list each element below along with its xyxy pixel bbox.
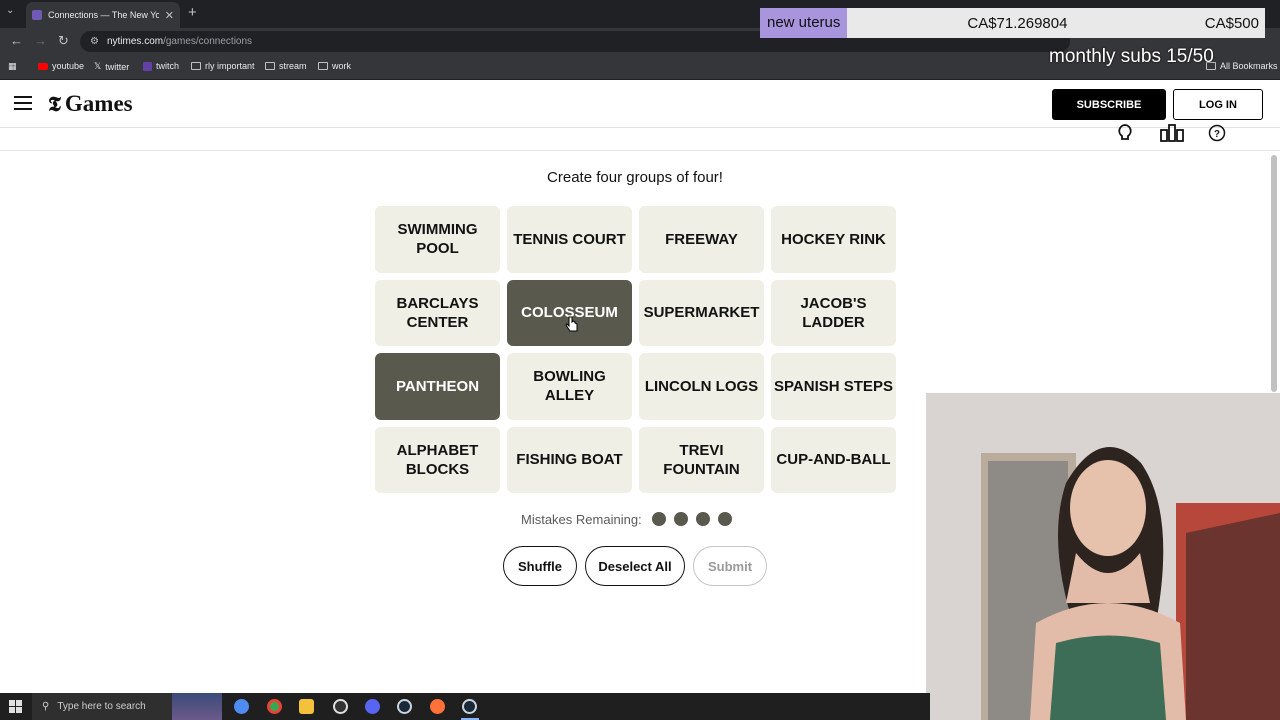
- forward-icon[interactable]: →: [34, 33, 47, 48]
- menu-icon[interactable]: [14, 96, 32, 110]
- connections-favicon-icon: [32, 10, 42, 20]
- donation-goal: CA$500: [1204, 14, 1259, 32]
- mistake-dots: [651, 512, 732, 526]
- twitch-icon: [143, 61, 152, 71]
- steam-icon[interactable]: [397, 699, 412, 714]
- windows-taskbar: ⚲ Type here to search: [0, 693, 930, 720]
- word-tile[interactable]: TENNIS COURT: [507, 206, 632, 273]
- word-tile[interactable]: PANTHEON: [375, 353, 500, 420]
- youtube-icon: [38, 62, 48, 70]
- help-icon[interactable]: ?: [1205, 124, 1229, 142]
- submit-button[interactable]: Submit: [693, 546, 767, 586]
- search-highlight-image: [172, 693, 222, 720]
- word-tile[interactable]: HOCKEY RINK: [771, 206, 896, 273]
- search-icon: ⚲: [42, 701, 50, 712]
- back-icon[interactable]: ←: [10, 33, 23, 48]
- bookmark-label: stream: [279, 61, 307, 71]
- bookmark-rly-important[interactable]: rly important: [191, 61, 255, 71]
- folder-icon: [191, 62, 201, 70]
- word-tile[interactable]: SUPERMARKET: [639, 279, 764, 346]
- bookmark-work[interactable]: work: [318, 61, 351, 71]
- word-tile[interactable]: BARCLAYS CENTER: [375, 279, 500, 346]
- word-tile[interactable]: FISHING BOAT: [507, 426, 632, 493]
- word-tile[interactable]: COLOSSEUM: [507, 279, 632, 346]
- folder-icon: [318, 62, 328, 70]
- donation-amount: CA$71.269804: [967, 14, 1068, 32]
- webcam-feed: [926, 393, 1280, 720]
- firefox-icon[interactable]: [430, 699, 445, 714]
- site-info-icon[interactable]: ⚙: [90, 36, 99, 47]
- word-tile[interactable]: ALPHABET BLOCKS: [375, 426, 500, 493]
- game-toolbar: ?: [0, 124, 1280, 151]
- tab-title: Connections — The New York T: [48, 10, 159, 20]
- browser-tab[interactable]: Connections — The New York T ✕: [26, 2, 180, 28]
- webcam-image: [926, 393, 1280, 720]
- bookmark-twitch[interactable]: twitch: [143, 61, 179, 71]
- obs-icon[interactable]: [333, 699, 348, 714]
- bookmark-label: work: [332, 61, 352, 71]
- donor-name: new uterus: [760, 8, 848, 38]
- site-header: 𝕿 Games SUBSCRIBE LOG IN: [0, 81, 1280, 128]
- word-tile[interactable]: TREVI FOUNTAIN: [639, 426, 764, 493]
- mistake-dot: [695, 512, 710, 526]
- reload-icon[interactable]: ↻: [58, 33, 69, 49]
- mistakes-remaining: Mistakes Remaining:: [521, 510, 732, 528]
- deselect-all-button[interactable]: Deselect All: [585, 546, 685, 586]
- page-scrollbar[interactable]: [1271, 155, 1277, 392]
- apps-icon[interactable]: ▦: [8, 61, 17, 72]
- mistake-dot: [717, 512, 732, 526]
- all-bookmarks-label: All Bookmarks: [1220, 61, 1278, 71]
- word-tile[interactable]: JACOB'S LADDER: [771, 279, 896, 346]
- word-tile[interactable]: BOWLING ALLEY: [507, 353, 632, 420]
- game-instructions: Create four groups of four!: [547, 169, 723, 186]
- windows-start-icon[interactable]: [9, 700, 22, 713]
- steam-icon[interactable]: [462, 699, 477, 714]
- bookmark-label: youtube: [52, 61, 85, 71]
- mistakes-label: Mistakes Remaining:: [521, 511, 642, 527]
- taskbar-search-placeholder: Type here to search: [57, 701, 146, 712]
- word-tile[interactable]: SPANISH STEPS: [771, 353, 896, 420]
- close-tab-icon[interactable]: ✕: [165, 9, 174, 22]
- login-button[interactable]: LOG IN: [1173, 89, 1263, 120]
- bookmark-label: rly important: [205, 61, 255, 71]
- bookmark-youtube[interactable]: youtube: [38, 61, 84, 71]
- hint-bulb-icon[interactable]: [1116, 124, 1134, 142]
- word-tile[interactable]: FREEWAY: [639, 206, 764, 273]
- x-logo-icon: 𝕏: [94, 61, 102, 71]
- url-path: /games/connections: [163, 36, 253, 47]
- logo-text: Games: [64, 91, 133, 116]
- hand-cursor-icon: [565, 316, 578, 332]
- url-host: nytimes.com: [106, 36, 164, 47]
- new-tab-icon[interactable]: +: [188, 4, 197, 21]
- file-explorer-icon[interactable]: [299, 699, 314, 714]
- chrome-icon[interactable]: [267, 699, 282, 714]
- donation-overlay: new uterus CA$71.269804 CA$500: [760, 8, 1265, 38]
- word-tile[interactable]: SWIMMING POOL: [375, 206, 500, 273]
- bookmark-stream[interactable]: stream: [265, 61, 307, 71]
- subscribe-button[interactable]: SUBSCRIBE: [1052, 89, 1166, 120]
- copilot-icon[interactable]: [234, 699, 249, 714]
- all-bookmarks[interactable]: All Bookmarks: [1206, 61, 1278, 71]
- bookmark-label: twitch: [156, 61, 180, 71]
- discord-icon[interactable]: [365, 699, 380, 714]
- folder-icon: [265, 62, 275, 70]
- svg-text:?: ?: [1214, 129, 1220, 140]
- word-tile[interactable]: CUP-AND-BALL: [771, 426, 896, 493]
- tab-search-icon[interactable]: ⌄: [6, 5, 14, 16]
- mistake-dot: [651, 512, 666, 526]
- shuffle-button[interactable]: Shuffle: [503, 546, 577, 586]
- stats-icon[interactable]: [1160, 124, 1184, 142]
- subs-counter: monthly subs 15/50: [1049, 46, 1214, 67]
- bookmark-label: twitter: [105, 61, 130, 72]
- nyt-games-logo[interactable]: 𝕿 Games: [48, 91, 133, 117]
- bookmark-twitter[interactable]: 𝕏twitter: [94, 61, 129, 72]
- nyt-t-logo-icon: 𝕿: [48, 91, 61, 116]
- connections-grid: SWIMMING POOL TENNIS COURT FREEWAY HOCKEY R…: [375, 206, 896, 493]
- word-tile[interactable]: LINCOLN LOGS: [639, 353, 764, 420]
- mistake-dot: [673, 512, 688, 526]
